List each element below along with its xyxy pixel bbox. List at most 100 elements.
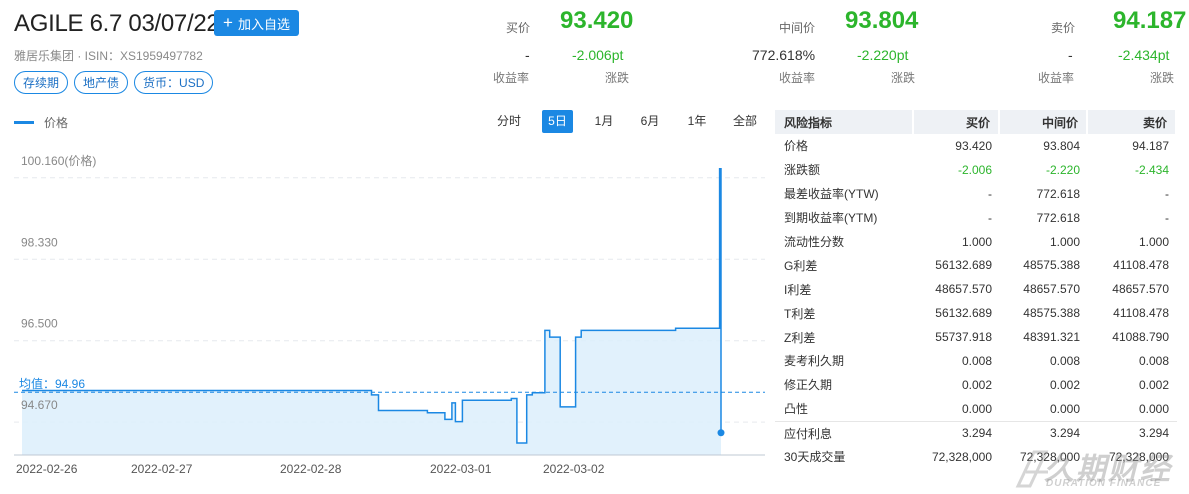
risk-ask-value: 41108.478 (1113, 258, 1169, 273)
risk-row: 涨跌额 -2.006 -2.220 -2.434 (775, 158, 1177, 182)
risk-indicator-name: 修正久期 (784, 378, 833, 393)
risk-mid-value: 3.294 (1000, 420, 1088, 445)
legend-swatch (14, 121, 34, 124)
risk-indicator-table: 风险指标 买价 中间价 卖价 价格 93.420 93.804 94.187 涨跌额 -2… (775, 110, 1177, 468)
risk-bid-value: 3.294 (914, 420, 1000, 445)
price-area (22, 168, 721, 456)
watermark-subtext: DURATION FINANCE (1046, 478, 1162, 489)
last-point-marker (717, 429, 725, 437)
y-tick-label: 96.500 (21, 317, 58, 331)
risk-indicator-name: G利差 (784, 258, 818, 273)
average-label: 均值：94.96 (19, 376, 85, 391)
risk-indicator-panel: 风险指标 买价 中间价 卖价 价格 93.420 93.804 94.187 涨跌额 -2… (775, 110, 1177, 468)
x-tick-label: 2022-02-26 (16, 462, 78, 476)
y-axis-labels: 100.160(价格) 98.330 96.500 94.670 (21, 153, 96, 412)
tag-sector[interactable]: 地产债 (74, 71, 129, 94)
ask-price: 94.187 (1113, 7, 1187, 34)
risk-mid-value: 48391.321 (1023, 330, 1080, 345)
period-intraday[interactable]: 分时 (488, 110, 530, 133)
risk-indicator-name: 价格 (784, 139, 809, 154)
ask-yield: - (1068, 47, 1073, 63)
x-tick-label: 2022-02-28 (280, 462, 342, 476)
y-tick-label: 94.670 (21, 398, 58, 412)
ask-change-label: 涨跌 (1150, 71, 1175, 85)
risk-mid-value: 772.618 (1036, 210, 1080, 225)
risk-mid-value: 0.008 (1049, 353, 1080, 368)
tag-currency[interactable]: 货币：USD (134, 71, 214, 94)
risk-ask-value: -2.434 (1134, 162, 1169, 177)
period-6m[interactable]: 6月 (630, 110, 670, 133)
risk-indicator-name: 到期收益率(YTM) (784, 211, 878, 226)
risk-ask-value: 0.008 (1138, 353, 1169, 368)
risk-ask-value: 41088.790 (1112, 330, 1169, 345)
risk-indicator-name: 最差收益率(YTW) (784, 187, 879, 202)
risk-row: T利差 56132.689 48575.388 41108.478 (775, 301, 1177, 325)
risk-bid-value: 56132.689 (935, 306, 992, 321)
risk-row: 流动性分数 1.000 1.000 1.000 (775, 230, 1177, 254)
risk-ask-value: 3.294 (1088, 420, 1177, 445)
risk-mid-value: -2.220 (1045, 162, 1080, 177)
risk-row: G利差 56132.689 48575.388 41108.478 (775, 253, 1177, 277)
y-tick-label: 98.330 (21, 235, 58, 249)
risk-mid-value: 48657.570 (1023, 282, 1080, 297)
ask-label: 卖价 (1051, 21, 1076, 35)
add-to-watchlist-button[interactable]: + 加入自选 (214, 10, 299, 36)
x-tick-label: 2022-03-01 (430, 462, 492, 476)
risk-mid-value: 48575.388 (1023, 258, 1080, 273)
risk-ask-value: 48657.570 (1112, 282, 1169, 297)
ask-yield-label: 收益率 (1038, 71, 1075, 85)
risk-row: 麦考利久期 0.008 0.008 0.008 (775, 349, 1177, 373)
bid-price: 93.420 (560, 7, 634, 34)
bond-tags: 存续期 地产债 货币：USD (14, 71, 214, 94)
risk-mid-value: 48575.388 (1023, 306, 1080, 321)
risk-bid-value: 55737.918 (935, 330, 992, 345)
risk-mid-value: 772.618 (1036, 186, 1080, 201)
period-1m[interactable]: 1月 (584, 110, 624, 133)
period-all[interactable]: 全部 (725, 110, 765, 133)
risk-indicator-name: 应付利息 (775, 420, 914, 445)
bid-label: 买价 (506, 21, 531, 35)
mid-yield: 772.618% (752, 47, 816, 63)
risk-bid-value: 0.000 (961, 401, 992, 416)
bid-change-label: 涨跌 (605, 71, 630, 85)
period-selector: 分时 5日 1月 6月 1年 全部 (488, 110, 765, 133)
risk-row: I利差 48657.570 48657.570 48657.570 (775, 277, 1177, 301)
col-mid: 中间价 (1000, 110, 1088, 134)
risk-bid-value: - (988, 186, 992, 201)
risk-row: 凸性 0.000 0.000 0.000 (775, 397, 1177, 421)
risk-mid-value: 1.000 (1049, 234, 1080, 249)
risk-bid-value: 48657.570 (935, 282, 992, 297)
legend-label[interactable]: 价格 (44, 114, 68, 131)
x-tick-label: 2022-02-27 (131, 462, 193, 476)
bid-yield: - (525, 47, 530, 63)
y-tick-label: 100.160(价格) (21, 153, 96, 168)
risk-ask-value: - (1165, 210, 1169, 225)
tag-status[interactable]: 存续期 (14, 71, 69, 94)
mid-price: 93.804 (845, 7, 919, 34)
risk-bid-value: -2.006 (957, 162, 992, 177)
risk-row: 价格 93.420 93.804 94.187 (775, 134, 1177, 158)
risk-bid-value: 0.002 (961, 377, 992, 392)
risk-indicator-name: Z利差 (784, 330, 816, 345)
period-5d[interactable]: 5日 (542, 110, 573, 133)
risk-bid-value: 0.008 (961, 353, 992, 368)
col-ask: 卖价 (1088, 110, 1177, 134)
risk-indicator-name: 30天成交量 (784, 450, 846, 465)
risk-mid-value: 93.804 (1043, 138, 1080, 153)
plus-icon: + (223, 12, 233, 32)
risk-bid-value: 93.420 (955, 138, 992, 153)
risk-bid-value: 1.000 (961, 234, 992, 249)
col-bid: 买价 (914, 110, 1000, 134)
add-to-watchlist-label: 加入自选 (237, 16, 290, 32)
mid-change-label: 涨跌 (891, 71, 916, 85)
risk-indicator-name: 流动性分数 (784, 235, 845, 249)
col-indicator: 风险指标 (775, 110, 914, 134)
risk-row: 应付利息 3.294 3.294 3.294 (775, 420, 1177, 445)
risk-table-header: 风险指标 买价 中间价 卖价 (775, 110, 1177, 134)
risk-row: Z利差 55737.918 48391.321 41088.790 (775, 325, 1177, 349)
risk-bid-value: 72,328,000 (931, 449, 992, 464)
price-chart[interactable]: 100.160(价格) 98.330 96.500 94.670 均值：94.96 2… (0, 135, 765, 480)
risk-indicator-name: T利差 (784, 306, 816, 321)
mid-change: -2.220pt (857, 47, 909, 63)
period-1y[interactable]: 1年 (677, 110, 717, 133)
